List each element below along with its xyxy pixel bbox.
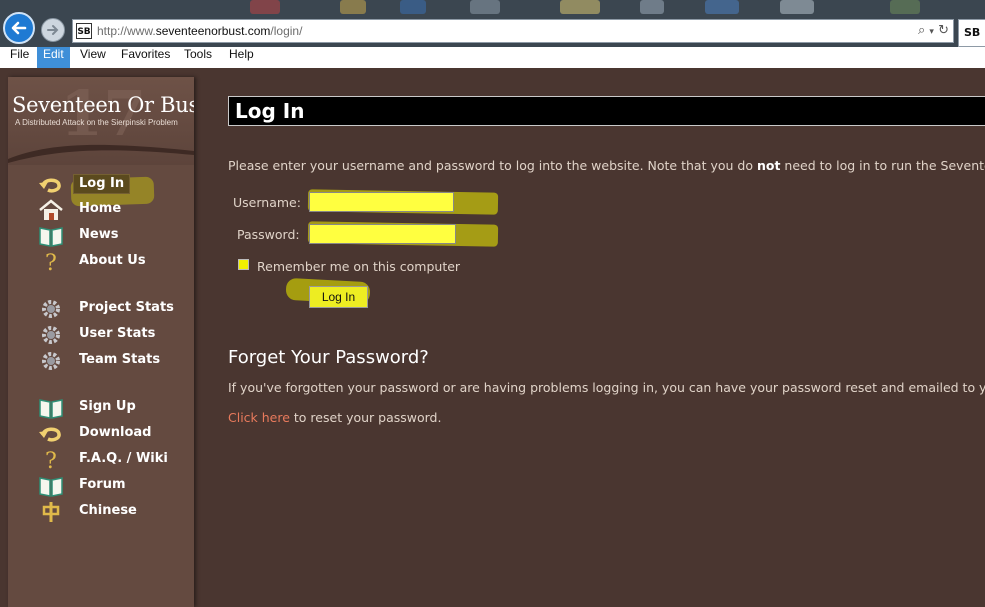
browser-tab[interactable]: SB (958, 19, 985, 47)
sidebar-item-download[interactable]: Download (38, 423, 188, 445)
menu-bar: File Edit View Favorites Tools Help (0, 47, 985, 69)
open-book-icon (39, 227, 63, 247)
menu-edit[interactable]: Edit (37, 47, 70, 68)
sidebar-item-user-stats[interactable]: User Stats (38, 324, 188, 346)
sidebar-item-label: Log In (73, 174, 131, 194)
page-title-bar: Log In (228, 96, 985, 126)
sidebar-item-faq-wiki[interactable]: ? F.A.Q. / Wiki (38, 449, 188, 471)
site-favicon: SB (76, 23, 92, 39)
sidebar-item-label: Team Stats (79, 352, 161, 367)
sidebar-item-label: Project Stats (79, 300, 174, 315)
remember-me-label: Remember me on this computer (257, 259, 461, 274)
question-mark-icon: ? (45, 449, 57, 471)
sidebar-item-label: F.A.Q. / Wiki (79, 451, 168, 466)
chinese-character-icon (42, 502, 60, 522)
svg-text:?: ? (45, 449, 57, 471)
sidebar-item-project-stats[interactable]: Project Stats (38, 298, 188, 320)
sidebar-item-about-us[interactable]: ? About Us (38, 251, 188, 273)
open-book-icon (39, 477, 63, 497)
forward-button[interactable] (41, 18, 65, 42)
sidebar-item-team-stats[interactable]: Team Stats (38, 350, 188, 372)
menu-view[interactable]: View (74, 47, 112, 68)
forgot-password-text: If you've forgotten your password or are… (228, 380, 985, 395)
house-icon (39, 199, 63, 220)
sidebar-item-label: Download (79, 425, 152, 440)
sidebar-item-forum[interactable]: Forum (38, 475, 188, 497)
menu-favorites[interactable]: Favorites (115, 47, 176, 68)
sidebar-item-label: About Us (79, 253, 146, 268)
search-icon[interactable]: ⌕ (918, 23, 925, 38)
sidebar-item-chinese[interactable]: Chinese (38, 501, 188, 523)
site-logo[interactable]: 17 Seventeen Or Bust A Distributed Attac… (8, 77, 194, 165)
sidebar-item-home[interactable]: Home (38, 199, 188, 221)
gear-icon (42, 352, 60, 370)
sidebar-item-log-in[interactable]: Log In (38, 174, 188, 196)
back-button[interactable] (3, 12, 35, 44)
sidebar-item-label: Sign Up (79, 399, 136, 414)
dropdown-icon[interactable]: ▾ (929, 27, 934, 37)
refresh-icon[interactable]: ↻ (938, 23, 949, 38)
open-book-icon (39, 399, 63, 419)
undo-arrow-icon (39, 178, 61, 193)
reset-password-link[interactable]: Click here (228, 410, 290, 425)
password-field[interactable] (309, 224, 456, 244)
logo-subtitle: A Distributed Attack on the Sierpinski P… (15, 118, 178, 127)
question-mark-icon: ? (45, 251, 57, 273)
page-content: 17 Seventeen Or Bust A Distributed Attac… (0, 68, 985, 607)
arrow-right-icon (47, 25, 59, 35)
sidebar: 17 Seventeen Or Bust A Distributed Attac… (8, 77, 194, 607)
sidebar-item-sign-up[interactable]: Sign Up (38, 397, 188, 419)
menu-help[interactable]: Help (223, 47, 260, 68)
forgot-password-heading: Forget Your Password? (228, 347, 429, 368)
url-text[interactable]: http://www.seventeenorbust.com/login/ (97, 24, 302, 38)
logo-title: Seventeen Or Bust (12, 93, 194, 117)
password-label: Password: (237, 227, 300, 242)
arrow-left-icon (11, 21, 27, 35)
sidebar-item-label: Home (79, 201, 122, 216)
intro-text: Please enter your username and password … (228, 158, 985, 173)
browser-toolbar: SB http://www.seventeenorbust.com/login/… (0, 0, 985, 47)
log-in-button[interactable]: Log In (309, 286, 368, 308)
gear-icon (42, 300, 60, 318)
gear-icon (42, 326, 60, 344)
menu-tools[interactable]: Tools (178, 47, 218, 68)
sidebar-item-label: News (79, 227, 119, 242)
sidebar-item-label: User Stats (79, 326, 156, 341)
reset-password-line: Click here to reset your password. (228, 410, 442, 425)
page-title: Log In (235, 99, 305, 123)
logo-swoosh-graphic (8, 144, 194, 163)
remember-me-checkbox[interactable] (238, 259, 249, 270)
username-label: Username: (233, 195, 301, 210)
sidebar-item-label: Forum (79, 477, 126, 492)
username-field[interactable] (309, 192, 454, 212)
menu-file[interactable]: File (4, 47, 35, 68)
address-bar[interactable]: SB http://www.seventeenorbust.com/login/… (72, 19, 954, 43)
sidebar-item-news[interactable]: News (38, 225, 188, 247)
undo-arrow-icon (39, 427, 61, 442)
svg-text:?: ? (45, 251, 57, 273)
sidebar-item-label: Chinese (79, 503, 137, 518)
address-bar-actions: ⌕ ▾ ↻ (918, 23, 949, 38)
